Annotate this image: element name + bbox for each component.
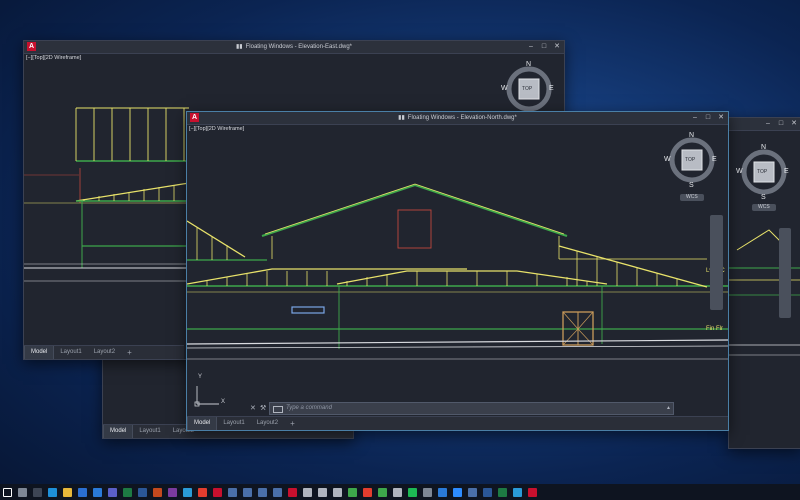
app-icon-x[interactable] bbox=[498, 487, 507, 497]
zoom-icon[interactable] bbox=[453, 487, 462, 497]
app-icon-n[interactable] bbox=[423, 487, 432, 497]
app-icon-r[interactable] bbox=[318, 487, 327, 497]
tab-layout2[interactable]: Layout2 bbox=[251, 417, 284, 430]
app-icon-s[interactable] bbox=[438, 487, 447, 497]
minimize-button[interactable]: – bbox=[691, 112, 699, 124]
east-layout-tabs: Model Layout1 Layout2 + bbox=[24, 345, 184, 359]
add-layout-button[interactable]: + bbox=[284, 417, 301, 430]
powerpoint-icon[interactable] bbox=[153, 487, 162, 497]
viewcube-top-face[interactable]: TOP bbox=[757, 169, 767, 175]
command-line[interactable]: ✕ ⚒ Type a command ▲ bbox=[250, 402, 674, 415]
right-drawing-window[interactable]: – □ ✕ N S E W TOP WCS bbox=[728, 117, 800, 449]
finish-floor-annotation: Fin Flr bbox=[706, 326, 723, 332]
tab-model[interactable]: Model bbox=[187, 417, 218, 430]
compass-n[interactable]: N bbox=[689, 132, 694, 139]
right-viewcube[interactable]: N S E W TOP WCS bbox=[734, 140, 794, 220]
minimize-button[interactable]: – bbox=[527, 41, 535, 53]
compass-w[interactable]: W bbox=[501, 85, 508, 92]
autocad-icon[interactable] bbox=[213, 487, 222, 497]
north-viewcube[interactable]: N S E W TOP WCS bbox=[662, 130, 722, 210]
close-button[interactable]: ✕ bbox=[717, 112, 725, 124]
north-drawing-canvas[interactable] bbox=[187, 124, 728, 416]
north-layout-tabs: Model Layout1 Layout2 + bbox=[187, 416, 728, 430]
command-input[interactable]: Type a command bbox=[286, 403, 332, 414]
app-icon-a1[interactable] bbox=[303, 487, 312, 497]
tab-layout1[interactable]: Layout1 bbox=[133, 425, 166, 438]
explorer-icon[interactable] bbox=[63, 487, 72, 497]
close-icon[interactable]: ✕ bbox=[250, 403, 256, 414]
east-title-text: Floating Windows - Elevation-East.dwg* bbox=[245, 44, 352, 50]
app-icon-b2[interactable] bbox=[243, 487, 252, 497]
onenote-icon[interactable] bbox=[168, 487, 177, 497]
app-icon-b1[interactable] bbox=[228, 487, 237, 497]
floating-window-icon: ▮▮ bbox=[398, 115, 405, 121]
compass-n[interactable]: N bbox=[526, 61, 531, 68]
compass-s[interactable]: S bbox=[689, 182, 694, 189]
navigation-bar[interactable] bbox=[710, 215, 723, 310]
compass-e[interactable]: E bbox=[712, 156, 717, 163]
tab-layout1[interactable]: Layout1 bbox=[217, 417, 250, 430]
north-window-controls: – □ ✕ bbox=[691, 112, 725, 124]
maximize-button[interactable]: □ bbox=[704, 112, 712, 124]
mail-icon[interactable] bbox=[93, 487, 102, 497]
app-icon-2[interactable] bbox=[468, 487, 477, 497]
task-view-icon[interactable] bbox=[33, 487, 42, 497]
viewcube-top-face[interactable]: TOP bbox=[522, 86, 532, 92]
autocad-active-icon[interactable] bbox=[288, 487, 297, 497]
edge-icon[interactable] bbox=[48, 487, 57, 497]
spotify-icon[interactable] bbox=[408, 487, 417, 497]
chrome-icon[interactable] bbox=[198, 487, 207, 497]
ucs-x-label: X bbox=[221, 399, 226, 405]
compass-w[interactable]: W bbox=[736, 168, 743, 175]
compass-s[interactable]: S bbox=[761, 194, 766, 201]
app-icon-a3[interactable] bbox=[393, 487, 402, 497]
wcs-label[interactable]: WCS bbox=[758, 204, 770, 210]
keyboard-icon bbox=[273, 406, 283, 413]
store-icon[interactable] bbox=[78, 487, 87, 497]
excel-icon[interactable] bbox=[123, 487, 132, 497]
app-icon-m[interactable] bbox=[513, 487, 522, 497]
wcs-label[interactable]: WCS bbox=[686, 194, 698, 200]
maximize-button[interactable]: □ bbox=[540, 41, 548, 53]
compass-e[interactable]: E bbox=[549, 85, 554, 92]
minimize-button[interactable]: – bbox=[764, 118, 772, 130]
app-icon-red[interactable] bbox=[528, 487, 537, 497]
floating-window-icon: ▮▮ bbox=[236, 44, 243, 50]
compass-w[interactable]: W bbox=[664, 156, 671, 163]
app-icon-b3[interactable] bbox=[258, 487, 267, 497]
app-icon-w[interactable] bbox=[483, 487, 492, 497]
search-icon[interactable] bbox=[18, 487, 27, 497]
close-button[interactable]: ✕ bbox=[553, 41, 561, 53]
app-icon-c[interactable] bbox=[348, 487, 357, 497]
tab-model[interactable]: Model bbox=[103, 425, 134, 438]
word-icon[interactable] bbox=[138, 487, 147, 497]
compass-n[interactable]: N bbox=[761, 144, 766, 151]
app-icon-pdf[interactable] bbox=[363, 487, 372, 497]
north-title-text: Floating Windows - Elevation-North.dwg* bbox=[407, 115, 517, 121]
app-icon-a2[interactable] bbox=[333, 487, 342, 497]
tab-layout1[interactable]: Layout1 bbox=[54, 346, 87, 359]
right-window-controls: – □ ✕ bbox=[764, 118, 798, 130]
north-drawing-window[interactable]: A ▮▮ Floating Windows - Elevation-North.d… bbox=[186, 111, 729, 431]
east-window-controls: – □ ✕ bbox=[527, 41, 561, 53]
tab-layout2[interactable]: Layout2 bbox=[88, 346, 121, 359]
photos-icon[interactable] bbox=[183, 487, 192, 497]
windows-icon[interactable] bbox=[3, 487, 12, 497]
right-navigation-bar[interactable] bbox=[779, 228, 791, 318]
ucs-y-label: Y bbox=[198, 374, 203, 380]
viewcube-top-face[interactable]: TOP bbox=[685, 157, 695, 163]
north-window-title: ▮▮ Floating Windows - Elevation-North.dwg… bbox=[187, 112, 728, 124]
maximize-button[interactable]: □ bbox=[777, 118, 785, 130]
windows-taskbar bbox=[0, 484, 800, 500]
app-icon-g[interactable] bbox=[378, 487, 387, 497]
east-window-title: ▮▮ Floating Windows - Elevation-East.dwg* bbox=[24, 41, 564, 53]
wrench-icon[interactable]: ⚒ bbox=[260, 403, 266, 414]
compass-e[interactable]: E bbox=[784, 168, 789, 175]
tab-model[interactable]: Model bbox=[24, 346, 55, 359]
app-icon-b4[interactable] bbox=[273, 487, 282, 497]
add-layout-button[interactable]: + bbox=[121, 346, 138, 359]
chevron-down-icon[interactable]: ▲ bbox=[666, 403, 671, 414]
teams-icon[interactable] bbox=[108, 487, 117, 497]
close-button[interactable]: ✕ bbox=[790, 118, 798, 130]
